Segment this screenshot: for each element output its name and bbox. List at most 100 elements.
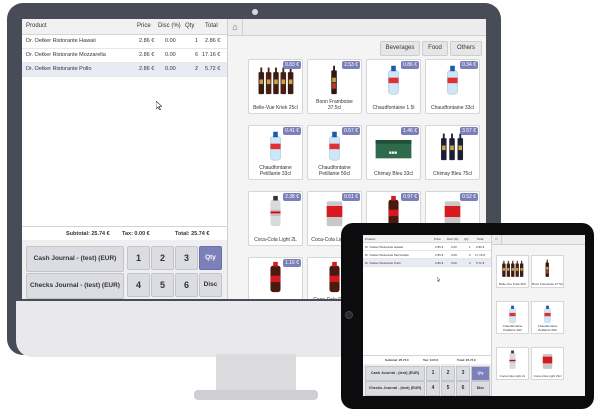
product-name: Chaudfontaine Petillante 50cl: [318, 165, 351, 177]
line-qty: 2: [469, 261, 471, 265]
product-price: 0.34 €: [460, 61, 478, 69]
category-beverages[interactable]: Beverages: [380, 41, 420, 56]
tablet-order-panel: Product Price Disc (%) Qty Total Dr. Oet…: [363, 235, 492, 396]
category-others[interactable]: Others: [450, 41, 482, 56]
col-disc: Disc (%): [447, 237, 459, 241]
product-image: [509, 305, 516, 324]
line-price: 2.86 €: [435, 261, 444, 265]
line-qty: 2: [195, 66, 199, 72]
checks-journal-button[interactable]: Checks Journal - (test) (EUR): [26, 273, 124, 299]
order-line-selected[interactable]: Dr. Oetker Ristorante Pollo 2.86 € 0.00 …: [363, 259, 491, 267]
product-price: 1.46 €: [401, 127, 419, 135]
product-tile[interactable]: Coca-Cola Light 2L: [496, 347, 529, 380]
tablet-order-totals: Subtotal: 25.74 € Tax: 0.00 € Total: 25.…: [363, 355, 491, 364]
product-name: Coca-Cola Light 33cl: [533, 373, 562, 378]
key-4[interactable]: 4: [127, 273, 150, 297]
col-price: Price: [434, 237, 441, 241]
key-2[interactable]: 2: [151, 246, 174, 270]
line-qty: 6: [469, 253, 471, 257]
product-name: Coca-Cola Light 2L: [499, 373, 526, 378]
qty-mode-button[interactable]: Qty: [199, 246, 222, 270]
qty-mode-button[interactable]: Qty: [471, 366, 490, 381]
product-tile[interactable]: 0.83 € Belle-Vue Kriek 25cl: [248, 59, 303, 114]
order-line-selected[interactable]: Dr. Oetker Ristorante Pollo 2.86 € 0.00 …: [22, 63, 227, 77]
product-tile[interactable]: 0.57 € Chaudfontaine Petillante 50cl: [307, 125, 362, 180]
line-qty: 1: [195, 38, 199, 44]
disc-mode-button[interactable]: Disc: [471, 381, 490, 396]
product-name: Belle-Vue Kriek 25cl: [253, 105, 298, 111]
key-5[interactable]: 5: [441, 381, 455, 396]
mouse-cursor-icon: [156, 101, 162, 110]
product-tile[interactable]: 3.57 € Chimay Bleu 75cl: [425, 125, 480, 180]
tablet-breadcrumb: ⌂: [492, 235, 585, 245]
order-totals: Subtotal: 25.74 € Tax: 0.00 € Total: 25.…: [22, 226, 227, 240]
product-price: 3.57 €: [460, 127, 478, 135]
key-5[interactable]: 5: [151, 273, 174, 297]
product-name: Chaudfontaine Petillante 50cl: [537, 324, 558, 332]
line-product: Dr. Oetker Ristorante Hawaii: [365, 245, 404, 249]
line-total: 5.72 €: [205, 66, 221, 72]
product-tile[interactable]: Chaudfontaine Petillante 50cl: [531, 301, 564, 334]
col-total: Total: [477, 237, 484, 241]
col-qty: Qty: [185, 23, 195, 29]
cash-journal-button[interactable]: Cash Journal - (test) (EUR): [26, 246, 124, 272]
product-price: 1.16 €: [283, 259, 301, 267]
order-line[interactable]: Dr. Oetker Ristorante Mozzarella 2.86 € …: [363, 251, 491, 259]
tablet-camera-icon: [345, 311, 353, 319]
product-price: 2.53 €: [342, 61, 360, 69]
total-label: Total: 25.74 €: [175, 231, 210, 237]
key-1[interactable]: 1: [127, 246, 150, 270]
product-tile[interactable]: Boon Framboise 37.5cl: [531, 255, 564, 288]
line-disc: 0.00: [451, 261, 457, 265]
mouse-cursor-icon: [437, 277, 440, 282]
webcam-icon: [252, 9, 258, 15]
product-image: [544, 305, 551, 324]
tax-label: Tax: 0.00 €: [423, 358, 439, 362]
order-line[interactable]: Dr. Oetker Ristorante Mozzarella 2.86 € …: [22, 49, 227, 63]
key-2[interactable]: 2: [441, 366, 455, 381]
product-tile[interactable]: 0.34 € Chaudfontaine 33cl: [425, 59, 480, 114]
checks-journal-button[interactable]: Checks Journal - (test) (EUR): [365, 381, 425, 396]
product-tile[interactable]: 0.86 € Chaudfontaine 1.5l: [366, 59, 421, 114]
order-table-header: Product Price Disc (%) Qty Total: [22, 19, 227, 35]
breadcrumb: ⌂: [228, 19, 486, 36]
disc-mode-button[interactable]: Disc: [199, 273, 222, 297]
home-icon[interactable]: ⌂: [228, 19, 243, 35]
product-name: Chaudfontaine Petillante 33cl: [259, 165, 292, 177]
product-image: [542, 353, 553, 369]
product-price: 0.83 €: [283, 61, 301, 69]
product-tile[interactable]: 1.16 €Coca-Cola Regular 2L: [248, 257, 303, 299]
home-icon[interactable]: ⌂: [492, 235, 502, 244]
product-tile[interactable]: Belle-Vue Kriek 25cl: [496, 255, 529, 288]
line-disc: 0.00: [165, 52, 176, 58]
tablet-pos-screen: Product Price Disc (%) Qty Total Dr. Oet…: [363, 235, 585, 396]
product-name: Chimay Bleu 75cl: [433, 171, 472, 177]
category-food[interactable]: Food: [422, 41, 448, 56]
cash-journal-button[interactable]: Cash Journal - (test) (EUR): [365, 366, 425, 381]
line-product: Dr. Oetker Ristorante Pollo: [26, 66, 92, 72]
key-3[interactable]: 3: [456, 366, 470, 381]
line-price: 2.86 €: [435, 253, 444, 257]
line-product: Dr. Oetker Ristorante Mozzarella: [365, 253, 409, 257]
order-line[interactable]: Dr. Oetker Ristorante Hawaii 2.86 € 0.00…: [363, 243, 491, 251]
line-price: 2.86 €: [435, 245, 444, 249]
order-line[interactable]: Dr. Oetker Ristorante Hawaii 2.86 € 0.00…: [22, 35, 227, 49]
product-name: Chaudfontaine 33cl: [430, 105, 475, 111]
key-4[interactable]: 4: [426, 381, 440, 396]
line-product: Dr. Oetker Ristorante Mozzarella: [26, 52, 106, 58]
product-tile[interactable]: 2.38 € Coca-Cola Light 2L: [248, 191, 303, 246]
product-name: Chaudfontaine Petillante 33cl: [502, 324, 523, 332]
product-tile[interactable]: 2.53 € Boon Framboise 37.5cl: [307, 59, 362, 114]
product-tile[interactable]: Chaudfontaine Petillante 33cl: [496, 301, 529, 334]
col-qty: Qty: [464, 237, 469, 241]
product-tile[interactable]: ■■■ 1.46 € Chimay Bleu 33cl: [366, 125, 421, 180]
line-total: 2.86 €: [476, 245, 485, 249]
key-1[interactable]: 1: [426, 366, 440, 381]
line-disc: 0.00: [165, 66, 176, 72]
col-product: Product: [365, 237, 376, 241]
product-tile[interactable]: Coca-Cola Light 33cl: [531, 347, 564, 380]
product-tile[interactable]: 0.41 € Chaudfontaine Petillante 33cl: [248, 125, 303, 180]
key-3[interactable]: 3: [175, 246, 198, 270]
key-6[interactable]: 6: [456, 381, 470, 396]
key-6[interactable]: 6: [175, 273, 198, 297]
